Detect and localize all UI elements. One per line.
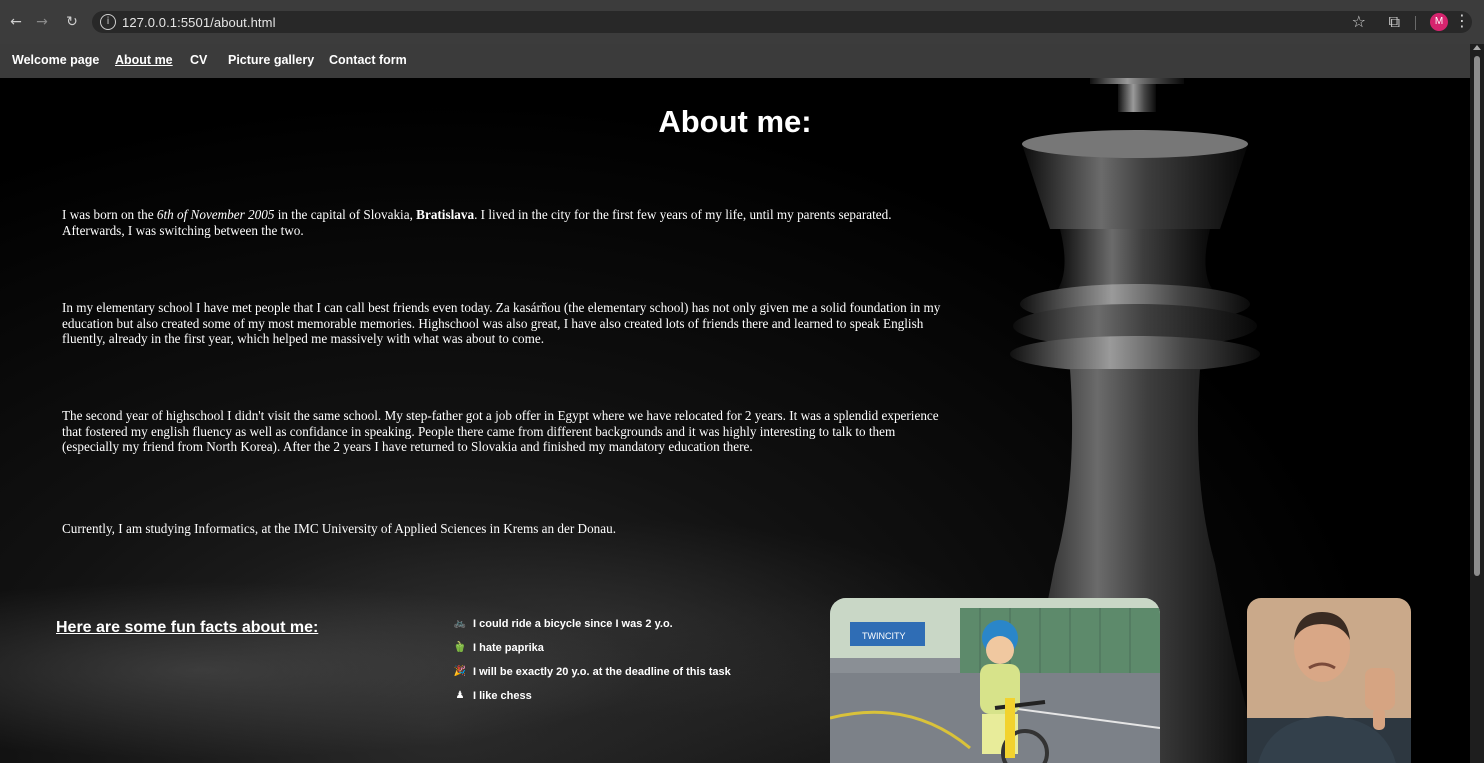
address-bar[interactable]: i 127.0.0.1:5501/about.html ☆ ⧉ M ⋮ <box>92 11 1472 33</box>
list-item: 🚲 I could ride a bicycle since I was 2 y.… <box>453 612 731 636</box>
list-item: 🫑 I hate paprika <box>453 636 731 660</box>
toolbar-divider <box>1415 16 1416 30</box>
scroll-up-arrow-icon[interactable] <box>1473 45 1481 50</box>
back-arrow-icon[interactable]: ← <box>6 12 26 32</box>
site-nav: Welcome page About me CV Picture gallery… <box>0 44 1470 78</box>
browser-menu-icon[interactable]: ⋮ <box>1454 11 1470 30</box>
paragraph-egypt: The second year of highschool I didn't v… <box>62 408 939 454</box>
list-item: ♟ I like chess <box>453 684 731 708</box>
pepper-icon: 🫑 <box>453 642 467 653</box>
birth-date: 6th of November 2005 <box>156 207 275 222</box>
paragraph-text: I was born on the <box>62 207 157 222</box>
paragraph-university: Currently, I am studying Informatics, at… <box>62 521 616 536</box>
page-scrollbar[interactable] <box>1470 44 1484 763</box>
paragraph-birth: I was born on the 6th of November 2005 i… <box>62 207 942 238</box>
bike-photo-sign: TWINCITY <box>862 631 906 641</box>
fun-facts-list: 🚲 I could ride a bicycle since I was 2 y.… <box>453 612 731 708</box>
list-item: 🎉 I will be exactly 20 y.o. at the deadli… <box>453 660 731 684</box>
page-title: About me: <box>658 104 812 139</box>
page-body: Welcome page About me CV Picture gallery… <box>0 44 1470 763</box>
fact-text: I like chess <box>473 690 532 702</box>
bicycle-icon: 🚲 <box>453 618 467 629</box>
reload-icon[interactable]: ↻ <box>62 12 82 32</box>
nav-link-contact[interactable]: Contact form <box>329 53 407 67</box>
extensions-icon[interactable]: ⧉ <box>1389 12 1400 32</box>
nav-link-cv[interactable]: CV <box>190 53 207 67</box>
profile-avatar[interactable]: M <box>1430 13 1448 31</box>
fun-facts-heading: Here are some fun facts about me: <box>56 619 319 636</box>
bookmark-star-icon[interactable]: ☆ <box>1352 12 1366 31</box>
nav-link-welcome[interactable]: Welcome page <box>12 53 99 67</box>
fact-text: I hate paprika <box>473 642 544 654</box>
nav-link-gallery[interactable]: Picture gallery <box>228 53 314 67</box>
party-icon: 🎉 <box>453 666 467 677</box>
chess-pawn-icon: ♟ <box>455 690 465 701</box>
thumbs-down-photo <box>1247 598 1411 763</box>
fact-text: I will be exactly 20 y.o. at the deadlin… <box>473 666 731 678</box>
paragraph-school: In my elementary school I have met peopl… <box>62 300 941 346</box>
url-text[interactable]: 127.0.0.1:5501/about.html <box>122 15 276 30</box>
birth-city: Bratislava <box>416 207 475 222</box>
browser-toolbar: ← → ↻ i 127.0.0.1:5501/about.html ☆ ⧉ M … <box>0 0 1484 44</box>
paragraph-text: in the capital of Slovakia, <box>274 207 417 222</box>
bicycle-photo: TWINCITY <box>830 598 1160 763</box>
fact-text: I could ride a bicycle since I was 2 y.o… <box>473 618 673 630</box>
scrollbar-thumb[interactable] <box>1474 56 1480 576</box>
nav-link-about[interactable]: About me <box>115 53 173 67</box>
site-info-icon[interactable]: i <box>100 14 116 30</box>
forward-arrow-icon[interactable]: → <box>32 12 52 32</box>
